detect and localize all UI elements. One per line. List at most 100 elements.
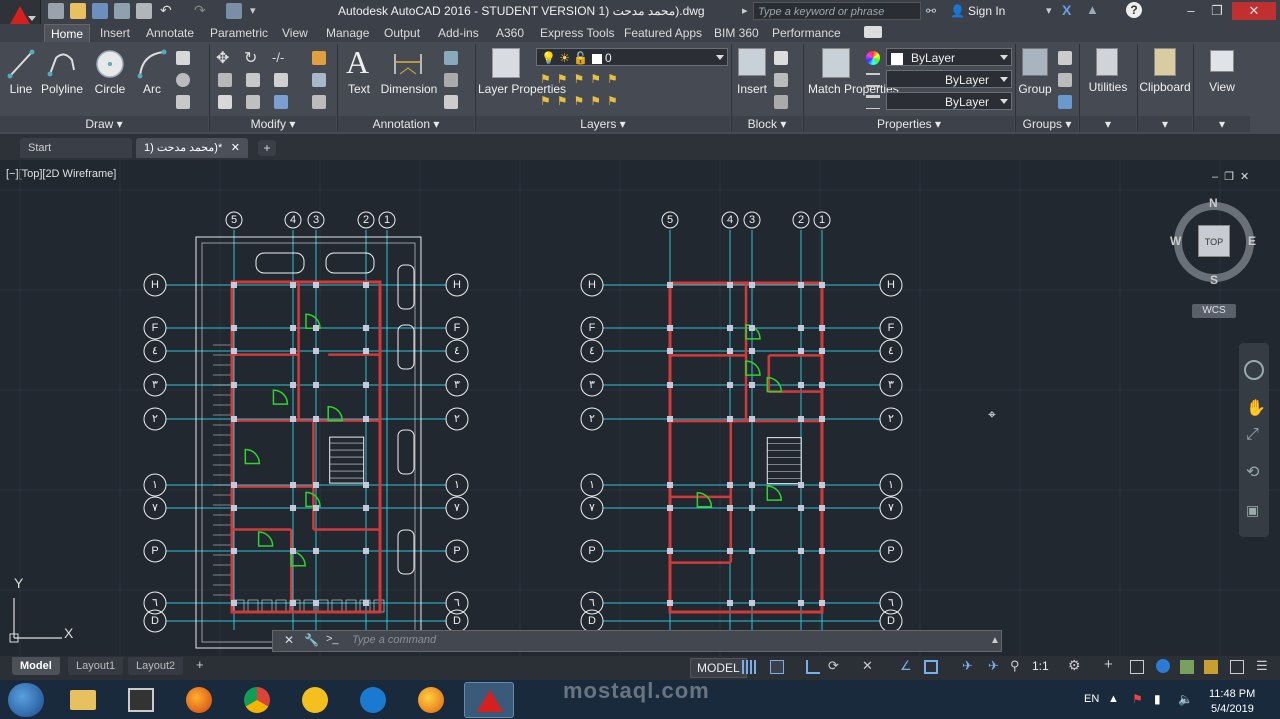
tab-add-ins[interactable]: Add-ins [432, 24, 485, 42]
clipboard-icon[interactable] [1154, 48, 1176, 76]
layer-tools-row-1[interactable]: ⚑⚑⚑⚑⚑ [540, 72, 624, 86]
taskbar-media-app[interactable] [116, 682, 166, 718]
quick-properties-icon[interactable] [1156, 659, 1170, 673]
qat-customize-icon[interactable]: ▾ [250, 4, 256, 17]
search-input[interactable]: Type a keyword or phrase [753, 2, 921, 20]
object-snap-icon[interactable]: ✕ [862, 658, 873, 674]
workspace-switch-icon[interactable]: ⚙ [1068, 657, 1081, 674]
color-dropdown[interactable]: ByLayer [886, 48, 1012, 66]
taskbar-archicad[interactable] [290, 682, 340, 718]
compass-south[interactable]: S [1210, 273, 1218, 287]
close-button[interactable]: ✕ [1232, 2, 1276, 20]
wcs-menu[interactable]: WCS [1192, 304, 1236, 318]
tab-performance[interactable]: Performance [766, 24, 847, 42]
tray-expand-icon[interactable]: ▲ [1108, 693, 1119, 705]
pan-icon[interactable]: ✋ [1246, 398, 1266, 418]
polar-tracking-icon[interactable]: ⟳ [828, 658, 839, 674]
mirror-icon[interactable] [246, 73, 260, 87]
leader-icon[interactable] [444, 73, 458, 87]
taskbar-file-explorer[interactable] [58, 682, 108, 718]
annotation-monitor-icon[interactable]: + [1104, 656, 1113, 673]
compass-east[interactable]: E [1248, 234, 1256, 248]
polyline-tool-label[interactable]: Polyline [40, 82, 84, 96]
utilities-panel-expander[interactable]: ▾ [1080, 116, 1136, 132]
explode-icon[interactable] [312, 73, 326, 87]
close-tab-icon[interactable]: ✕ [231, 138, 240, 158]
tab-bim-360[interactable]: BIM 360 [708, 24, 765, 42]
modify-panel-title[interactable]: Modify ▾ [210, 116, 336, 132]
units-icon[interactable] [1130, 660, 1144, 674]
annotation-visibility-icon[interactable]: ✈ [962, 658, 973, 674]
chevron-down-icon[interactable]: ▾ [1046, 4, 1052, 17]
group-edit-icon[interactable] [1058, 73, 1072, 87]
auto-scale-icon[interactable]: ✈ [988, 658, 999, 674]
insert-block-icon[interactable] [738, 48, 766, 76]
text-tool-label[interactable]: Text [342, 82, 376, 96]
stretch-icon[interactable] [218, 95, 232, 109]
tab-featured-apps[interactable]: Featured Apps [618, 24, 708, 42]
utilities-label[interactable]: Utilities [1082, 80, 1134, 94]
ortho-icon[interactable] [806, 660, 820, 674]
isolate-objects-icon[interactable] [1204, 660, 1218, 674]
rotate-icon[interactable]: ↻ [244, 48, 257, 68]
viewcube-top-face[interactable]: TOP [1198, 225, 1230, 257]
steering-wheel-icon[interactable] [1244, 360, 1264, 380]
group-icon[interactable] [1022, 48, 1048, 76]
customize-status-icon[interactable]: ☰ [1256, 658, 1268, 674]
linear-dim-icon[interactable] [444, 51, 458, 65]
view-icon[interactable] [1210, 50, 1234, 72]
tab-parametric[interactable]: Parametric [204, 24, 274, 42]
polyline-icon[interactable] [46, 48, 78, 80]
clipboard-panel-expander[interactable]: ▾ [1138, 116, 1192, 132]
lineweight-dropdown[interactable]: ByLayer [886, 92, 1012, 110]
dimension-tool-label[interactable]: Dimension [380, 82, 438, 96]
tray-app-icon[interactable]: ⚑ [1132, 692, 1143, 706]
tab-annotate[interactable]: Annotate [140, 24, 200, 42]
ungroup-icon[interactable] [1058, 51, 1072, 65]
close-command-line-icon[interactable]: ✕ [284, 633, 294, 647]
clipboard-label[interactable]: Clipboard [1138, 80, 1192, 94]
lock-ui-icon[interactable] [1180, 660, 1194, 674]
taskbar-autocad[interactable] [464, 682, 514, 718]
taskbar-ccleaner[interactable] [348, 682, 398, 718]
linetype-dropdown[interactable]: ByLayer [886, 70, 1012, 88]
tab-output[interactable]: Output [378, 24, 426, 42]
boundary-icon[interactable] [176, 95, 190, 109]
hatch-icon[interactable] [176, 73, 190, 87]
hardware-acceleration-icon[interactable] [1230, 660, 1244, 674]
showmotion-icon[interactable]: ▣ [1246, 502, 1259, 519]
line-tool-label[interactable]: Line [4, 82, 38, 96]
circle-icon[interactable] [94, 48, 126, 80]
add-layout-button[interactable]: + [196, 657, 204, 672]
save-icon[interactable] [92, 3, 108, 19]
compass-north[interactable]: N [1209, 196, 1218, 210]
new-tab-button[interactable]: + [258, 140, 276, 156]
table-icon[interactable] [444, 95, 458, 109]
model-space-button[interactable]: MODEL [690, 658, 747, 678]
restore-button[interactable]: ❐ [1204, 2, 1230, 20]
language-indicator[interactable]: EN [1084, 693, 1099, 705]
block-panel-title[interactable]: Block ▾ [732, 116, 802, 132]
workspace-icon[interactable] [226, 3, 242, 19]
array-icon[interactable] [274, 95, 288, 109]
annotation-panel-title[interactable]: Annotation ▾ [338, 116, 474, 132]
circle-tool-label[interactable]: Circle [90, 82, 130, 96]
layer-properties-label[interactable]: Layer Properties [478, 82, 566, 96]
taskbar-chrome[interactable] [232, 682, 282, 718]
command-input[interactable]: Type a command [352, 634, 436, 646]
group-selection-icon[interactable] [1058, 95, 1072, 109]
taskbar-security[interactable] [406, 682, 456, 718]
edit-block-icon[interactable] [774, 73, 788, 87]
plot-icon[interactable] [136, 3, 152, 19]
copy-icon[interactable] [218, 73, 232, 87]
volume-icon[interactable]: 🔈 [1178, 692, 1193, 706]
exchange-apps-icon[interactable]: X [1062, 2, 1071, 18]
view-label[interactable]: View [1200, 80, 1244, 94]
line-icon[interactable] [6, 48, 36, 80]
arc-tool-label[interactable]: Arc [136, 82, 168, 96]
windows-start-button[interactable] [8, 683, 44, 717]
color-wheel-icon[interactable] [866, 51, 880, 65]
draw-panel-title[interactable]: Draw ▾ [0, 116, 208, 132]
fillet-icon[interactable] [274, 73, 288, 87]
zoom-icon[interactable]: ⤢ [1246, 426, 1259, 444]
